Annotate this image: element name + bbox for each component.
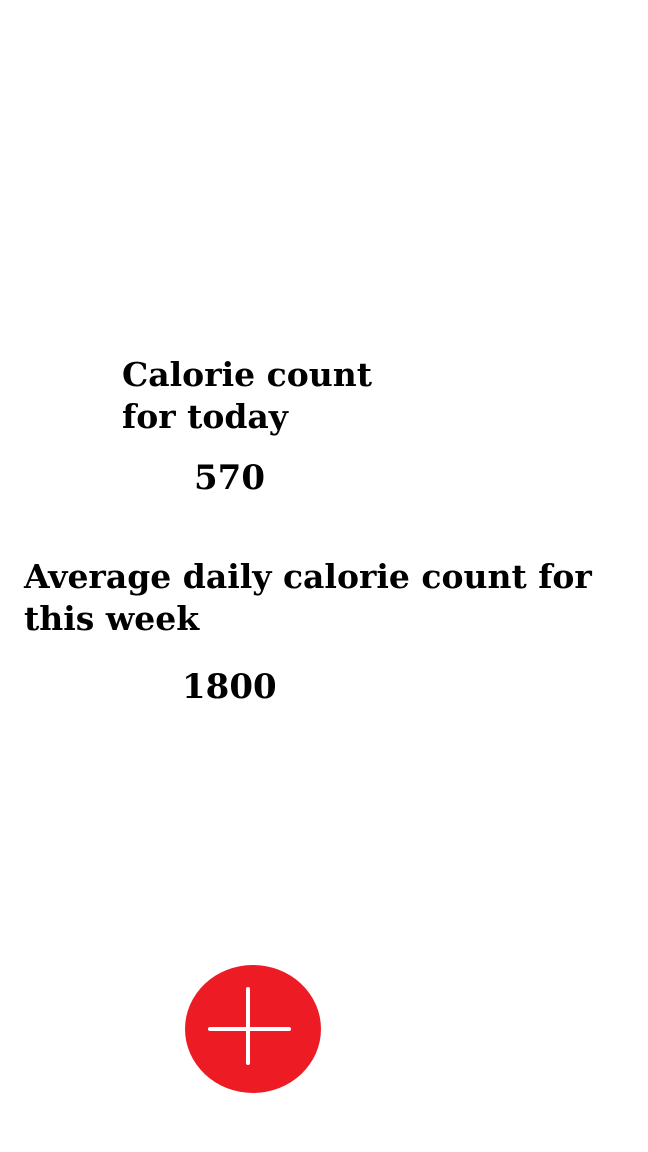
week-heading-line-1: Average daily calorie count for — [24, 557, 592, 596]
today-heading-line-2: for today — [122, 397, 288, 436]
plus-icon — [185, 965, 321, 1093]
weekly-average-value: 1800 — [182, 667, 277, 707]
today-calorie-heading: Calorie count for today — [122, 354, 372, 438]
today-heading-line-1: Calorie count — [122, 355, 372, 394]
week-heading-line-2: this week — [24, 599, 200, 638]
add-entry-button[interactable] — [185, 965, 321, 1093]
weekly-average-heading: Average daily calorie count for this wee… — [24, 556, 592, 640]
today-calorie-value: 570 — [194, 458, 265, 498]
